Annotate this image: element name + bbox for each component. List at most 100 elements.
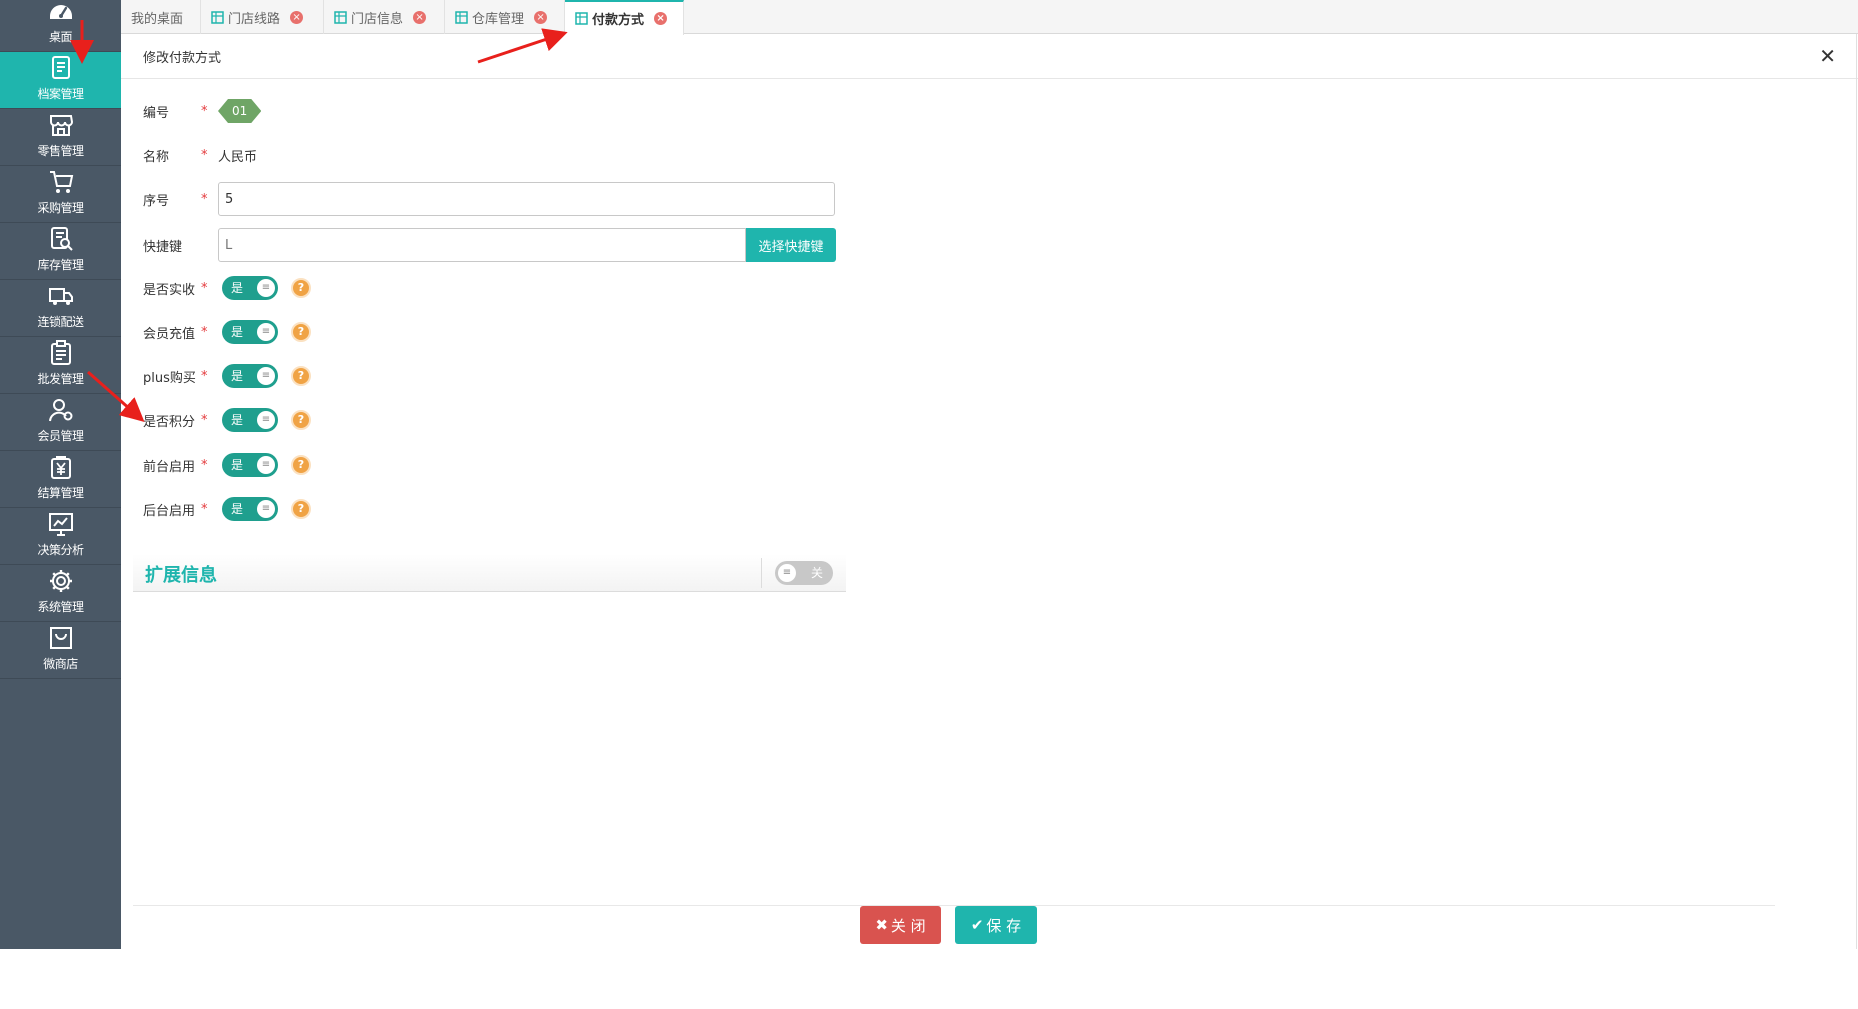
name-value: 人民币 bbox=[218, 149, 258, 165]
table-icon bbox=[211, 10, 224, 24]
toggle-switch[interactable]: 是 ≡ bbox=[222, 453, 278, 477]
code-badge: 01 bbox=[218, 99, 261, 123]
hotkey-input[interactable] bbox=[218, 228, 746, 262]
dashboard-icon bbox=[47, 0, 75, 25]
required-mark: * bbox=[201, 191, 208, 207]
sidebar-item-wholesale[interactable]: 批发管理 bbox=[0, 337, 121, 394]
required-mark: * bbox=[201, 280, 208, 296]
toggle-knob-icon: ≡ bbox=[257, 323, 275, 341]
toggle-label: 会员充值 bbox=[143, 326, 196, 342]
close-icon[interactable]: × bbox=[290, 10, 304, 24]
help-icon[interactable]: ? bbox=[291, 499, 311, 519]
tab-warehouse[interactable]: 仓库管理 × bbox=[445, 0, 565, 34]
close-icon[interactable]: × bbox=[654, 12, 668, 25]
extended-info-section: 扩展信息 ≡ 关 bbox=[133, 554, 846, 592]
sequence-input[interactable] bbox=[218, 182, 835, 216]
check-icon: ✔ bbox=[970, 916, 984, 934]
toggle-switch[interactable]: 是 ≡ bbox=[222, 364, 278, 388]
toggle-text: 是 bbox=[231, 281, 244, 295]
tab-label: 门店信息 bbox=[351, 11, 404, 27]
select-hotkey-button[interactable]: 选择快捷键 bbox=[746, 228, 836, 262]
sidebar-item-desktop[interactable]: 桌面 bbox=[0, 0, 121, 52]
help-icon[interactable]: ? bbox=[291, 366, 311, 386]
sidebar-item-label: 采购管理 bbox=[37, 201, 84, 215]
sidebar-item-label: 桌面 bbox=[48, 30, 73, 44]
panel-title: 修改付款方式 bbox=[143, 50, 222, 66]
sidebar-item-label: 档案管理 bbox=[37, 87, 84, 101]
sidebar-item-microstore[interactable]: 微商店 bbox=[0, 622, 121, 679]
tab-store-info[interactable]: 门店信息 × bbox=[324, 0, 445, 34]
save-button[interactable]: ✔ 保 存 bbox=[955, 906, 1037, 944]
sidebar-item-label: 零售管理 bbox=[37, 144, 84, 158]
toggle-switch[interactable]: 是 ≡ bbox=[222, 320, 278, 344]
yen-icon bbox=[47, 453, 75, 481]
required-mark: * bbox=[201, 324, 208, 340]
help-icon[interactable]: ? bbox=[291, 410, 311, 430]
toggle-label: 是否实收 bbox=[143, 282, 196, 298]
toggle-label: 前台启用 bbox=[143, 459, 196, 475]
sidebar-item-member[interactable]: 会员管理 bbox=[0, 394, 121, 451]
extended-info-toggle[interactable]: ≡ 关 bbox=[775, 561, 833, 585]
sidebar-item-label: 连锁配送 bbox=[37, 315, 84, 329]
extended-info-title: 扩展信息 bbox=[145, 565, 217, 586]
sidebar-item-inventory[interactable]: 库存管理 bbox=[0, 223, 121, 280]
chart-icon bbox=[47, 510, 75, 538]
sidebar-item-system[interactable]: 系统管理 bbox=[0, 565, 121, 622]
close-icon[interactable]: ✕ bbox=[1819, 46, 1836, 66]
toggle-text: 是 bbox=[231, 325, 244, 339]
store-icon bbox=[47, 111, 75, 139]
toggle-knob-icon: ≡ bbox=[778, 564, 796, 582]
tab-payment-method[interactable]: 付款方式 × bbox=[565, 0, 684, 35]
required-mark: * bbox=[201, 412, 208, 428]
toggle-row-member-recharge: 会员充值 * 是 ≡ ? bbox=[143, 314, 311, 350]
code-label: 编号 bbox=[143, 105, 170, 121]
toggle-knob-icon: ≡ bbox=[257, 456, 275, 474]
sidebar-item-delivery[interactable]: 连锁配送 bbox=[0, 280, 121, 337]
toggle-knob-icon: ≡ bbox=[257, 500, 275, 518]
sidebar-item-archive[interactable]: 档案管理 bbox=[0, 52, 121, 109]
required-mark: * bbox=[201, 457, 208, 473]
toggle-text: 是 bbox=[231, 413, 244, 427]
panel-right-border bbox=[1856, 34, 1857, 949]
help-icon[interactable]: ? bbox=[291, 322, 311, 342]
sidebar-item-analysis[interactable]: 决策分析 bbox=[0, 508, 121, 565]
toggle-switch[interactable]: 是 ≡ bbox=[222, 497, 278, 521]
sidebar-item-retail[interactable]: 零售管理 bbox=[0, 109, 121, 166]
tab-store-route[interactable]: 门店线路 × bbox=[201, 0, 324, 34]
sidebar-item-settlement[interactable]: 结算管理 bbox=[0, 451, 121, 508]
toggle-switch[interactable]: 是 ≡ bbox=[222, 276, 278, 300]
toggle-row-front-enable: 前台启用 * 是 ≡ ? bbox=[143, 447, 311, 483]
name-row: 名称 * 人民币 bbox=[143, 137, 257, 173]
hotkey-input-group: 选择快捷键 bbox=[218, 228, 836, 262]
table-icon bbox=[334, 10, 347, 24]
help-icon[interactable]: ? bbox=[291, 455, 311, 475]
code-row: 编号 * 01 bbox=[143, 93, 261, 129]
toggle-knob-icon: ≡ bbox=[257, 367, 275, 385]
name-label: 名称 bbox=[143, 149, 170, 165]
close-icon[interactable]: × bbox=[534, 10, 548, 24]
tab-bar: 我的桌面 门店线路 × 门店信息 × 仓库管理 × 付款方式 × bbox=[121, 0, 1858, 35]
help-icon[interactable]: ? bbox=[291, 278, 311, 298]
close-button-label: 关 闭 bbox=[890, 916, 926, 935]
toggle-text: 是 bbox=[231, 458, 244, 472]
table-icon bbox=[455, 10, 468, 24]
sequence-label: 序号 bbox=[143, 193, 170, 209]
sidebar: 桌面 档案管理 零售管理 采购管理 库存管理 连锁配送 批发管理 会员管理 结算… bbox=[0, 0, 121, 949]
user-icon bbox=[47, 396, 75, 424]
inventory-icon bbox=[47, 225, 75, 253]
clipboard-icon bbox=[47, 339, 75, 367]
tab-my-desktop[interactable]: 我的桌面 bbox=[121, 0, 201, 34]
close-icon[interactable]: × bbox=[413, 10, 427, 24]
save-button-label: 保 存 bbox=[986, 916, 1022, 935]
sidebar-item-purchase[interactable]: 采购管理 bbox=[0, 166, 121, 223]
tab-label: 门店线路 bbox=[228, 11, 281, 27]
tab-label: 付款方式 bbox=[592, 13, 645, 28]
hotkey-label: 快捷键 bbox=[143, 239, 183, 255]
sidebar-item-label: 库存管理 bbox=[37, 258, 84, 272]
close-button[interactable]: ✖ 关 闭 bbox=[860, 906, 941, 944]
toggle-switch[interactable]: 是 ≡ bbox=[222, 408, 278, 432]
required-mark: * bbox=[201, 501, 208, 517]
toggle-knob-icon: ≡ bbox=[257, 411, 275, 429]
required-mark: * bbox=[201, 103, 208, 119]
sidebar-item-label: 结算管理 bbox=[37, 486, 84, 500]
